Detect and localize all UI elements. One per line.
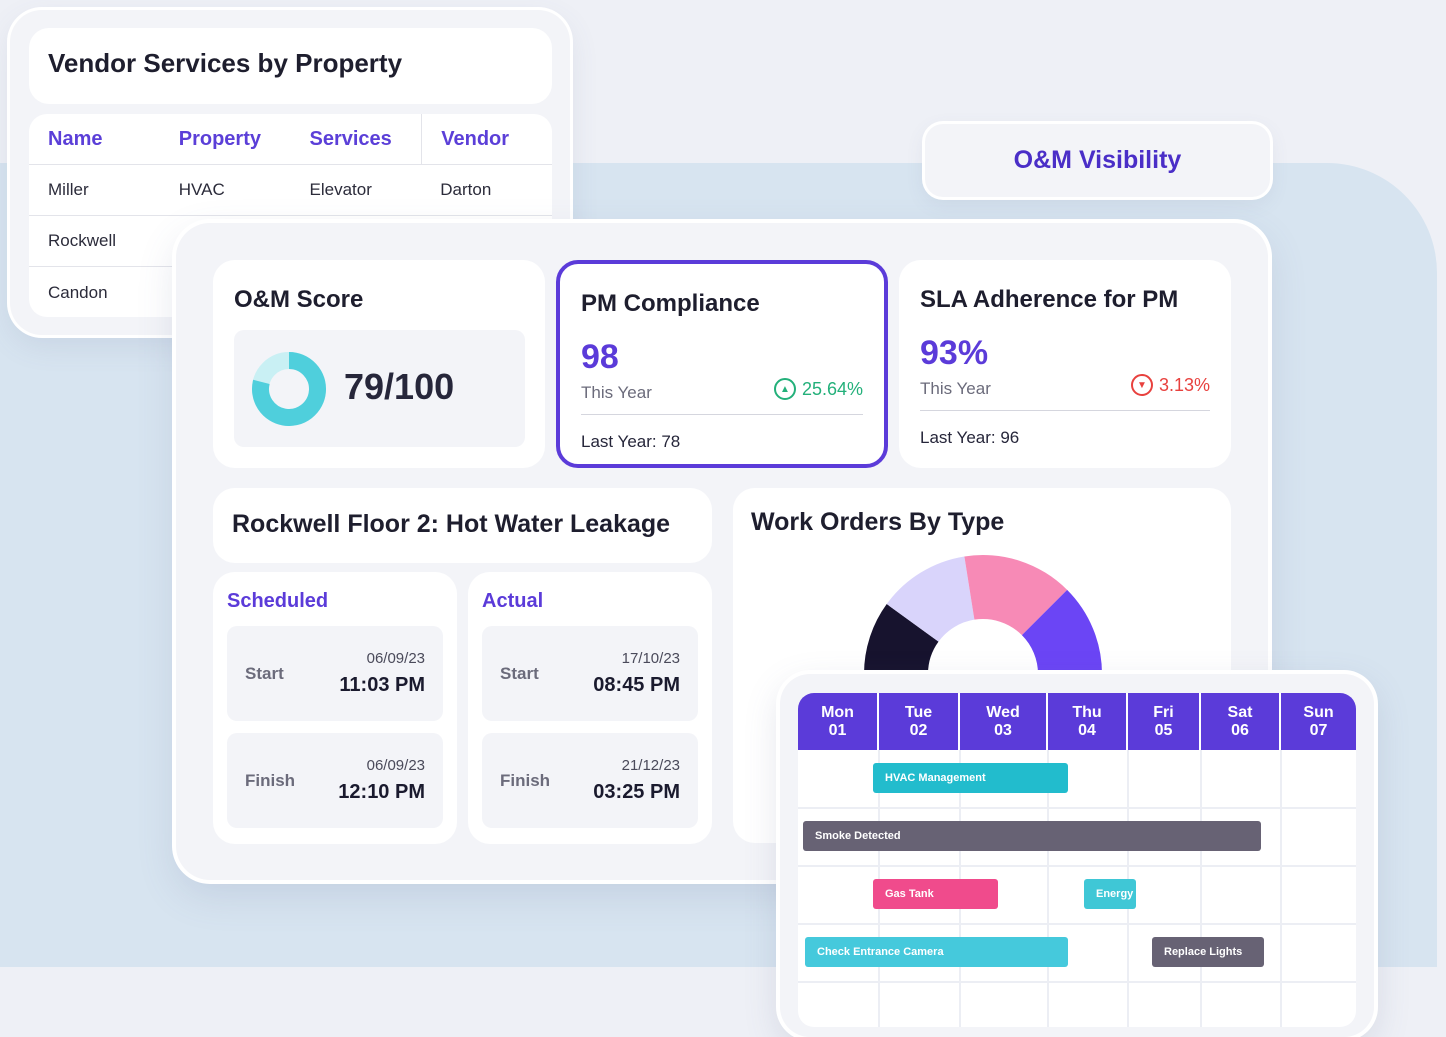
pm-compliance-tile[interactable]: PM Compliance 98 This Year ▲ 25.64% Last… [556, 260, 888, 468]
column-header-name[interactable]: Name [29, 114, 160, 164]
day-name: Mon [821, 703, 854, 721]
sla-adherence-delta-value: 3.13% [1158, 374, 1210, 395]
table-cell: Miller [48, 180, 89, 199]
pm-compliance-last-year: Last Year: 78 [581, 432, 681, 451]
calendar-header: Mon 01 Tue 02 Wed 03 Thu 04 Fri 05 Sat 06 Sun 0… [798, 693, 1356, 750]
om-score-tile: O&M Score 79/100 [213, 260, 545, 468]
grid-line [798, 981, 1356, 983]
calendar-grid: Mon 01 Tue 02 Wed 03 Thu 04 Fri 05 Sat 06 Sun 0… [798, 693, 1356, 1027]
grid-line [798, 807, 1356, 809]
arrow-up-icon: ▲ [773, 378, 796, 400]
om-score-title: O&M Score [234, 286, 364, 313]
calendar-day-sat[interactable]: Sat 06 [1201, 693, 1281, 750]
time-kind-label: Finish [500, 771, 551, 790]
day-name: Wed [986, 703, 1020, 721]
time-kind-label: Start [245, 664, 284, 683]
sla-adherence-value: 93% [920, 334, 989, 372]
pm-compliance-title: PM Compliance [581, 290, 760, 317]
actual-label: Actual [482, 590, 544, 612]
actual-finish-date: 21/12/23 [621, 757, 680, 774]
day-name: Tue [904, 703, 933, 721]
pm-compliance-delta-value: 25.64% [801, 378, 863, 399]
vendor-services-title: Vendor Services by Property [29, 28, 552, 104]
calendar-body: HVAC Management Smoke Detected Gas Tank … [798, 750, 1356, 1027]
day-date: 01 [828, 721, 847, 739]
pm-compliance-value: 98 [581, 338, 619, 376]
actual-start-box: Start 17/10/23 08:45 PM [482, 626, 698, 721]
scheduled-finish-time: 12:10 PM [338, 781, 425, 803]
grid-line [1200, 750, 1202, 1027]
day-date: 07 [1309, 721, 1328, 739]
calendar-card: Mon 01 Tue 02 Wed 03 Thu 04 Fri 05 Sat 06 Sun 0… [780, 674, 1374, 1037]
day-date: 02 [909, 721, 928, 739]
pm-compliance-delta: ▲ 25.64% [773, 378, 863, 400]
actual-tile: Actual Start 17/10/23 08:45 PM Finish 21… [468, 572, 712, 844]
calendar-day-mon[interactable]: Mon 01 [798, 693, 879, 750]
table-cell: Candon [48, 282, 108, 302]
calendar-day-tue[interactable]: Tue 02 [879, 693, 960, 750]
divider [920, 410, 1210, 411]
table-cell: Darton [440, 180, 492, 199]
column-header-property[interactable]: Property [160, 114, 291, 164]
grid-line [798, 923, 1356, 925]
scheduled-start-time: 11:03 PM [339, 674, 425, 696]
grid-line [1280, 750, 1282, 1027]
table-cell: HVAC [178, 180, 225, 199]
event-check-entrance-camera[interactable]: Check Entrance Camera [805, 937, 1068, 967]
actual-finish-time: 03:25 PM [593, 781, 680, 803]
sla-adherence-last-year: Last Year: 96 [920, 428, 1020, 447]
sla-adherence-tile[interactable]: SLA Adherence for PM 93% This Year ▼ 3.1… [899, 260, 1231, 468]
time-kind-label: Start [500, 664, 539, 683]
grid-line [798, 865, 1356, 867]
divider [581, 414, 863, 415]
scheduled-finish-date: 06/09/23 [366, 757, 425, 774]
sla-adherence-delta: ▼ 3.13% [1130, 374, 1210, 396]
time-kind-label: Finish [245, 771, 296, 790]
arrow-down-icon: ▼ [1130, 374, 1153, 396]
actual-finish-box: Finish 21/12/23 03:25 PM [482, 733, 698, 828]
day-date: 04 [1078, 721, 1096, 739]
actual-start-time: 08:45 PM [593, 674, 680, 696]
day-date: 06 [1231, 721, 1249, 739]
table-cell: Elevator [309, 180, 372, 199]
calendar-day-sun[interactable]: Sun 07 [1281, 693, 1356, 750]
table-cell: Rockwell [48, 231, 117, 250]
sla-adherence-title: SLA Adherence for PM [920, 286, 1179, 313]
day-name: Sat [1227, 703, 1253, 721]
sla-adherence-period: This Year [920, 379, 991, 398]
actual-start-date: 17/10/23 [621, 650, 680, 667]
column-header-vendor[interactable]: Vendor [421, 114, 552, 164]
event-hvac-management[interactable]: HVAC Management [873, 763, 1068, 793]
om-score-panel: 79/100 [234, 330, 525, 447]
work-orders-title: Work Orders By Type [751, 508, 1005, 536]
scheduled-tile: Scheduled Start 06/09/23 11:03 PM Finish… [213, 572, 457, 844]
leak-title-tile: Rockwell Floor 2: Hot Water Leakage [213, 488, 712, 563]
event-gas-tank[interactable]: Gas Tank [873, 879, 998, 909]
day-name: Fri [1153, 703, 1174, 721]
scheduled-label: Scheduled [227, 590, 329, 612]
day-date: 05 [1154, 721, 1173, 739]
om-visibility-badge: O&M Visibility [925, 124, 1270, 197]
event-energy[interactable]: Energy [1084, 879, 1136, 909]
calendar-day-thu[interactable]: Thu 04 [1048, 693, 1128, 750]
table-row[interactable]: Miller HVAC Elevator Darton [29, 165, 552, 216]
leak-title: Rockwell Floor 2: Hot Water Leakage [232, 510, 671, 538]
scheduled-start-date: 06/09/23 [366, 650, 425, 667]
pm-compliance-period: This Year [581, 383, 652, 402]
scheduled-finish-box: Finish 06/09/23 12:10 PM [227, 733, 443, 828]
scheduled-start-box: Start 06/09/23 11:03 PM [227, 626, 443, 721]
day-date: 03 [994, 721, 1012, 739]
day-name: Sun [1303, 703, 1334, 721]
calendar-day-wed[interactable]: Wed 03 [960, 693, 1048, 750]
event-replace-lights[interactable]: Replace Lights [1152, 937, 1264, 967]
day-name: Thu [1072, 703, 1102, 721]
calendar-day-fri[interactable]: Fri 05 [1128, 693, 1201, 750]
event-smoke-detected[interactable]: Smoke Detected [803, 821, 1261, 851]
table-header-row: Name Property Services Vendor [29, 114, 552, 165]
column-header-services[interactable]: Services [291, 114, 422, 164]
om-score-value: 79/100 [344, 366, 455, 407]
score-donut-chart [252, 352, 326, 426]
